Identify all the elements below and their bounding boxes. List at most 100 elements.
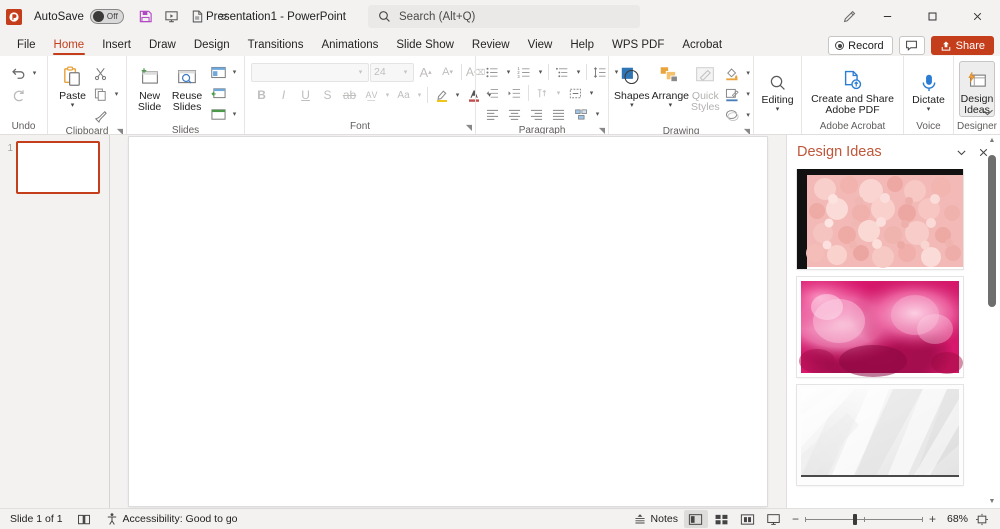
tab-slide-show[interactable]: Slide Show bbox=[387, 34, 463, 56]
tab-wps-pdf[interactable]: WPS PDF bbox=[603, 34, 673, 56]
text-highlight-color-button[interactable] bbox=[431, 85, 452, 105]
slide-editing-stage[interactable] bbox=[110, 135, 786, 508]
section-button[interactable]: ▾ bbox=[208, 104, 239, 124]
zoom-handle[interactable] bbox=[852, 513, 857, 525]
paragraph-dialog-launcher[interactable]: ◥ bbox=[599, 124, 605, 134]
change-case-button[interactable]: Aa bbox=[393, 85, 414, 105]
tab-animations[interactable]: Animations bbox=[312, 34, 387, 56]
arrange-button[interactable]: Arrange ▾ bbox=[652, 59, 689, 109]
character-spacing-caret[interactable]: ▾ bbox=[383, 91, 392, 99]
new-slide-button[interactable]: New Slide bbox=[133, 59, 166, 113]
decrease-indent-button[interactable] bbox=[482, 83, 503, 103]
comments-button[interactable] bbox=[898, 36, 925, 55]
tab-insert[interactable]: Insert bbox=[93, 34, 140, 56]
text-direction-button[interactable] bbox=[532, 83, 553, 103]
autosave-control[interactable]: AutoSave Off bbox=[34, 9, 124, 24]
slide-thumbnail-pane[interactable]: 1 bbox=[0, 135, 110, 508]
smartart-caret[interactable]: ▾ bbox=[593, 110, 602, 118]
slide-sorter-button[interactable] bbox=[710, 510, 734, 528]
numbering-button[interactable]: 123 bbox=[514, 62, 535, 82]
paste-dropdown-caret[interactable]: ▾ bbox=[71, 102, 75, 109]
font-name-input[interactable]: ▾ bbox=[251, 62, 370, 82]
zoom-in-button[interactable]: + bbox=[929, 512, 936, 526]
paste-button[interactable]: Paste ▾ bbox=[56, 59, 89, 109]
tab-view[interactable]: View bbox=[519, 34, 562, 56]
dictate-caret[interactable]: ▾ bbox=[927, 106, 931, 113]
align-right-button[interactable] bbox=[526, 104, 547, 124]
redo-button[interactable]: ▾ bbox=[8, 85, 39, 105]
shape-outline-button[interactable]: ▾ bbox=[722, 84, 753, 104]
collapse-ribbon-button[interactable] bbox=[981, 108, 994, 120]
shape-effects-caret[interactable]: ▾ bbox=[744, 111, 753, 119]
design-ideas-scrollbar[interactable]: ▲ ▼ bbox=[986, 137, 998, 506]
numbering-caret[interactable]: ▾ bbox=[536, 68, 545, 76]
slide-thumbnail-item[interactable]: 1 bbox=[4, 141, 109, 194]
drawing-dialog-launcher[interactable]: ◥ bbox=[744, 125, 750, 134]
share-button[interactable]: Share bbox=[930, 36, 994, 55]
align-text-caret[interactable]: ▾ bbox=[587, 89, 596, 97]
bullets-caret[interactable]: ▾ bbox=[504, 68, 513, 76]
dictate-button[interactable]: Dictate ▾ bbox=[909, 63, 948, 113]
design-ideas-scroll-track[interactable] bbox=[988, 149, 996, 494]
shapes-caret[interactable]: ▾ bbox=[630, 102, 634, 109]
multilevel-list-caret[interactable]: ▾ bbox=[574, 68, 583, 76]
font-dialog-launcher[interactable]: ◥ bbox=[466, 121, 472, 134]
scroll-up-arrow-icon[interactable]: ▲ bbox=[989, 137, 996, 145]
increase-font-size-button[interactable]: A ▴ bbox=[415, 62, 436, 82]
convert-to-smartart-button[interactable] bbox=[571, 104, 592, 124]
quick-styles-button[interactable]: Quick Styles bbox=[691, 59, 720, 113]
search-input[interactable]: Search (Alt+Q) bbox=[368, 5, 640, 28]
accessibility-status[interactable]: Accessibility: Good to go bbox=[101, 510, 242, 528]
design-idea-white-folds[interactable] bbox=[797, 385, 963, 485]
pen-icon[interactable] bbox=[833, 3, 865, 31]
zoom-track[interactable] bbox=[804, 513, 923, 525]
editing-caret[interactable]: ▾ bbox=[776, 106, 780, 113]
language-button[interactable] bbox=[73, 510, 95, 528]
change-case-caret[interactable]: ▾ bbox=[415, 91, 424, 99]
design-idea-pink-beads[interactable] bbox=[797, 169, 963, 269]
justify-button[interactable] bbox=[548, 104, 569, 124]
font-size-caret[interactable]: ▾ bbox=[401, 68, 410, 76]
design-ideas-options-button[interactable] bbox=[950, 141, 972, 163]
maximize-button[interactable] bbox=[910, 0, 955, 33]
editing-button[interactable]: Editing ▾ bbox=[759, 63, 796, 113]
reading-view-button[interactable] bbox=[736, 510, 760, 528]
bullets-button[interactable] bbox=[482, 62, 503, 82]
section-dropdown-caret[interactable]: ▾ bbox=[230, 110, 239, 118]
decrease-font-size-button[interactable]: A ▾ bbox=[437, 62, 458, 82]
slide-counter[interactable]: Slide 1 of 1 bbox=[6, 510, 67, 528]
bold-button[interactable]: B bbox=[251, 85, 272, 105]
layout-dropdown-caret[interactable]: ▾ bbox=[230, 68, 239, 76]
undo-dropdown-caret[interactable]: ▾ bbox=[30, 69, 39, 77]
copy-dropdown-caret[interactable]: ▾ bbox=[112, 90, 121, 98]
scroll-down-arrow-icon[interactable]: ▼ bbox=[989, 498, 996, 506]
close-button[interactable] bbox=[955, 0, 1000, 33]
shapes-button[interactable]: Shapes ▾ bbox=[614, 59, 650, 109]
design-ideas-scroll-thumb[interactable] bbox=[988, 155, 996, 307]
tab-acrobat[interactable]: Acrobat bbox=[673, 34, 731, 56]
shape-outline-caret[interactable]: ▾ bbox=[744, 90, 753, 98]
zoom-out-button[interactable]: − bbox=[792, 512, 799, 526]
reset-button[interactable] bbox=[208, 83, 239, 103]
minimize-button[interactable] bbox=[865, 0, 910, 33]
arrange-caret[interactable]: ▾ bbox=[669, 102, 673, 109]
character-spacing-button[interactable]: A͟V bbox=[361, 85, 382, 105]
font-size-input[interactable]: 24 ▾ bbox=[370, 62, 415, 82]
text-highlight-caret[interactable]: ▾ bbox=[453, 91, 462, 99]
notes-button[interactable]: Notes bbox=[629, 510, 682, 528]
record-button[interactable]: Record bbox=[828, 36, 893, 55]
zoom-level[interactable]: 68% bbox=[942, 513, 968, 525]
multilevel-list-button[interactable] bbox=[552, 62, 573, 82]
align-center-button[interactable] bbox=[504, 104, 525, 124]
clipboard-dialog-launcher[interactable]: ◥ bbox=[117, 125, 123, 134]
tab-design[interactable]: Design bbox=[185, 34, 239, 56]
tab-review[interactable]: Review bbox=[463, 34, 519, 56]
tab-home[interactable]: Home bbox=[45, 34, 94, 56]
text-shadow-button[interactable]: S bbox=[317, 85, 338, 105]
start-from-beginning-button[interactable] bbox=[160, 6, 184, 28]
align-left-button[interactable] bbox=[482, 104, 503, 124]
tab-draw[interactable]: Draw bbox=[140, 34, 185, 56]
text-direction-caret[interactable]: ▾ bbox=[554, 89, 563, 97]
copy-button[interactable]: ▾ bbox=[90, 84, 121, 104]
design-ideas-list[interactable] bbox=[787, 169, 1000, 508]
